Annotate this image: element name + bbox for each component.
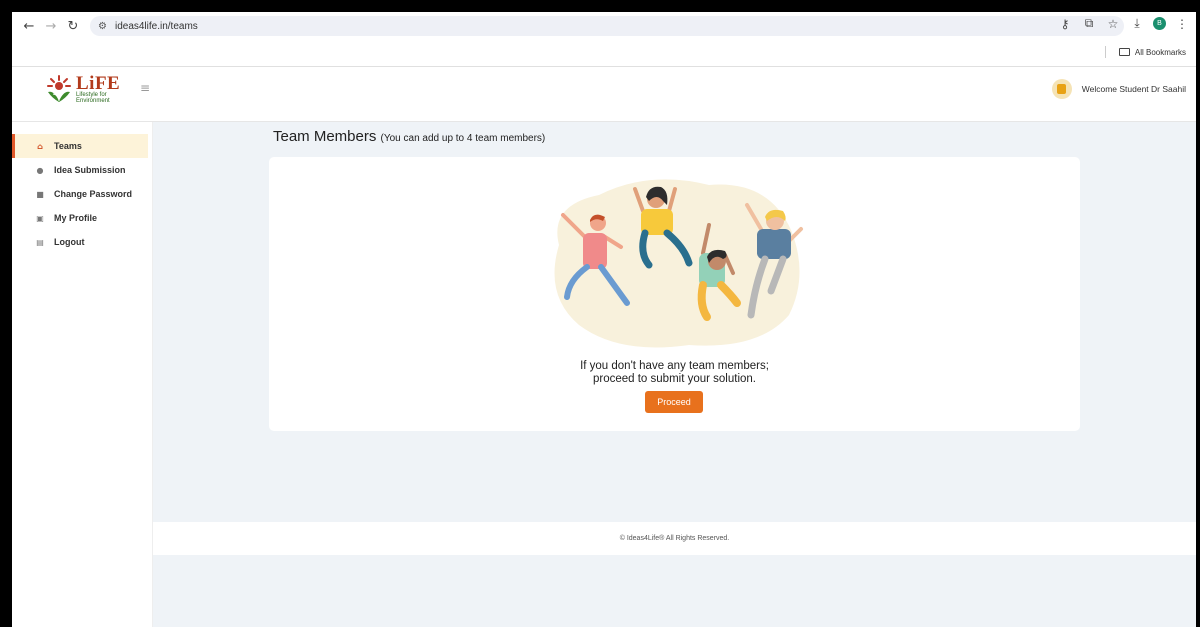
sidebar-item-label: Change Password — [54, 189, 133, 199]
bookmarks-separator — [1104, 46, 1106, 58]
sidebar-item-label: Teams — [54, 141, 82, 151]
install-app-icon[interactable]: ⧉ — [1081, 16, 1097, 31]
logo-text: LiFE Lifestyle for Environment — [76, 72, 121, 104]
sidebar: ⌂ Teams ● Idea Submission ■ Change Passw… — [12, 122, 153, 627]
no-team-message-line1: If you don't have any team members; — [580, 360, 769, 372]
sidebar-item-logout[interactable]: ▤ Logout — [12, 230, 152, 254]
team-icon: ⌂ — [37, 141, 43, 151]
page-title-text: Team Members — [273, 128, 377, 145]
bookmark-star-icon[interactable]: ☆ — [1105, 17, 1121, 31]
profile-icon: ▣ — [36, 213, 44, 223]
all-bookmarks-link[interactable]: All Bookmarks — [1135, 48, 1186, 57]
menu-kebab-icon[interactable]: ⋮ — [1174, 17, 1190, 31]
password-key-icon[interactable]: ⚷ — [1057, 17, 1073, 31]
no-team-message: If you don't have any team members; proc… — [269, 360, 1080, 386]
browser-window: ← → ↻ ⚙ ideas4life.in/teams ⚷ ⧉ ☆ ⤓ B ⋮ … — [12, 12, 1196, 627]
logo-title: LiFE — [76, 72, 121, 94]
sidebar-item-teams[interactable]: ⌂ Teams — [12, 134, 148, 158]
bookmarks-bar: All Bookmarks — [1104, 46, 1186, 58]
footer-copyright: © Ideas4Life® All Rights Reserved. — [619, 535, 730, 542]
url-text: ideas4life.in/teams — [114, 20, 198, 32]
life-logo[interactable]: LiFE Lifestyle for Environment — [44, 74, 120, 104]
app-header: LiFE Lifestyle for Environment ≡ Welcome… — [12, 67, 1196, 122]
team-members-card: If you don't have any team members; proc… — [269, 157, 1080, 431]
page-background-bottom — [153, 555, 1196, 627]
download-icon[interactable]: ⤓ — [1129, 16, 1145, 31]
footer: © Ideas4Life® All Rights Reserved. — [153, 522, 1196, 555]
sidebar-item-idea-submission[interactable]: ● Idea Submission — [12, 158, 152, 182]
no-team-message-line2: proceed to submit your solution. — [592, 373, 756, 385]
site-settings-icon[interactable]: ⚙ — [98, 21, 107, 32]
back-arrow-icon[interactable]: ← — [18, 15, 40, 37]
logo-subtitle-line2: Environment — [76, 97, 110, 104]
page-title: Team Members (You can add up to 4 team m… — [273, 128, 545, 145]
hamburger-menu-icon[interactable]: ≡ — [140, 81, 150, 95]
sidebar-item-label: My Profile — [54, 213, 98, 223]
sidebar-item-label: Logout — [54, 237, 85, 247]
browser-actions: ⚷ ⧉ ☆ ⤓ B ⋮ — [1057, 16, 1190, 31]
reload-icon[interactable]: ↻ — [62, 15, 84, 37]
proceed-button[interactable]: Proceed — [645, 391, 703, 413]
page-title-note: (You can add up to 4 team members) — [380, 133, 546, 144]
lock-icon: ■ — [36, 189, 44, 199]
bulb-icon: ● — [36, 165, 44, 175]
sidebar-item-label: Idea Submission — [54, 165, 126, 175]
logout-icon: ▤ — [36, 237, 44, 247]
browser-toolbar: ← → ↻ ⚙ ideas4life.in/teams ⚷ ⧉ ☆ ⤓ B ⋮ — [12, 12, 1196, 40]
welcome-text: Welcome Student Dr Saahil — [1081, 84, 1186, 94]
life-logo-icon — [47, 75, 71, 102]
user-avatar-icon — [1051, 79, 1072, 99]
sidebar-item-my-profile[interactable]: ▣ My Profile — [12, 206, 152, 230]
profile-avatar-icon[interactable]: B — [1153, 17, 1166, 30]
team-celebration-illustration — [554, 179, 803, 348]
user-welcome[interactable]: Welcome Student Dr Saahil — [1051, 79, 1186, 99]
sidebar-item-change-password[interactable]: ■ Change Password — [12, 182, 152, 206]
address-bar[interactable]: ⚙ ideas4life.in/teams — [90, 16, 1124, 36]
forward-arrow-icon[interactable]: → — [40, 15, 62, 37]
folder-icon — [1118, 48, 1130, 56]
main-content: Team Members (You can add up to 4 team m… — [153, 122, 1196, 522]
